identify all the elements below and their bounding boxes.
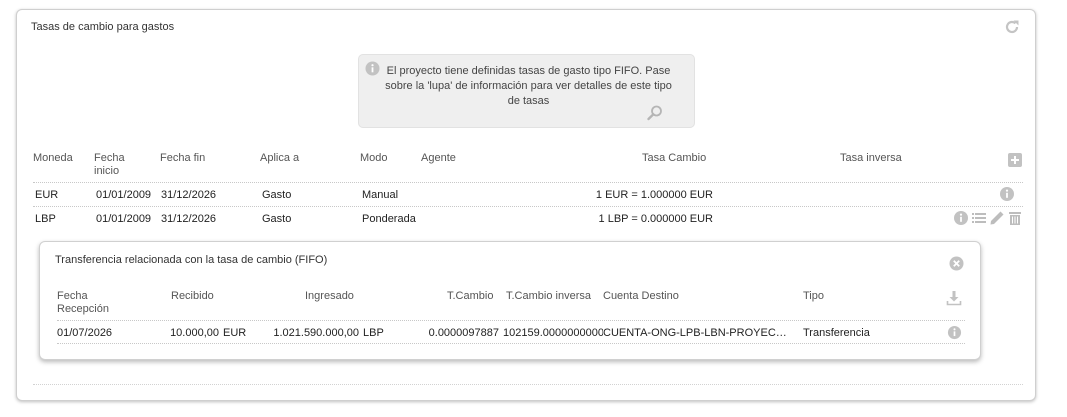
cell-ingresado-moneda: LBP [363,327,384,339]
header-tcambio: T.Cambio [447,290,494,302]
fifo-transfer-panel: Transferencia relacionada con la tasa de… [39,241,981,360]
cell-modo: Manual [362,189,399,201]
header-tipo: Tipo [803,290,824,302]
cell-fecha-fin: 31/12/2026 [161,189,217,201]
table-row[interactable]: 01/07/2026 10.000,00 EUR 1.021.590.000,0… [57,320,965,344]
header-modo: Modo [360,152,388,164]
header-tcambio-inversa: T.Cambio inversa [506,290,591,302]
info-icon [365,61,380,76]
cell-aplica-a: Gasto [262,213,292,225]
cell-tcambio-inversa: 102159.0000000000 [503,327,603,339]
cell-ingresado: 1.021.590.000,00 [273,327,359,339]
row-actions [953,210,1023,226]
header-ingresado: Ingresado [305,290,354,302]
trash-icon[interactable] [1007,210,1023,226]
table-row[interactable]: EUR 01/01/2009 31/12/2026 Gasto Manual 1… [33,182,1023,206]
cell-moneda: EUR [35,189,59,201]
cell-fecha-inicio: 01/01/2009 [96,189,152,201]
cell-fecha-inicio: 01/01/2009 [96,213,152,225]
cell-tasa-cambio: 1 EUR = 1.000000 EUR [595,189,713,201]
divider [33,384,1023,385]
cell-recibido-moneda: EUR [223,327,247,339]
row-actions [999,186,1015,202]
header-fecha-fin: Fecha fin [160,152,206,164]
close-icon[interactable] [949,256,964,271]
info-icon[interactable] [953,210,969,226]
cell-modo: Ponderada [362,213,416,225]
header-moneda: Moneda [33,152,73,164]
header-recibido: Recibido [171,290,214,302]
magnifier-icon[interactable] [646,104,664,122]
cell-fecha-fin: 31/12/2026 [161,213,217,225]
cell-moneda: LBP [35,213,56,225]
cell-tipo: Transferencia [803,327,870,339]
header-tasa-cambio: Tasa Cambio [642,152,707,164]
header-agente: Agente [421,152,456,164]
table-row[interactable]: LBP 01/01/2009 31/12/2026 Gasto Ponderad… [33,206,1023,230]
transfer-panel-title: Transferencia relacionada con la tasa de… [55,254,328,266]
fifo-info-box: El proyecto tiene definidas tasas de gas… [358,54,695,128]
cell-tcambio: 0.0000097887 [428,327,499,339]
refresh-icon[interactable] [1003,18,1021,36]
cell-cuenta-destino: CUENTA-ONG-LPB-LBN-PROYEC… [603,327,787,339]
cell-tasa-cambio: 1 LBP = 0.000000 EUR [598,213,713,225]
cell-aplica-a: Gasto [262,189,292,201]
pencil-icon[interactable] [989,210,1005,226]
cell-recibido: 10.000,00 [170,327,219,339]
download-icon[interactable] [946,290,962,306]
header-aplica-a: Aplica a [260,152,300,164]
cell-fecha: 01/07/2026 [57,327,113,339]
panel-title: Tasas de cambio para gastos [31,21,175,33]
header-fecha-inicio: Fecha inicio [94,152,125,177]
add-rate-icon[interactable] [1007,152,1023,168]
rates-table-header: Moneda Fecha inicio Fecha fin Aplica a M… [33,152,1023,182]
header-tasa-inversa: Tasa inversa [840,152,902,164]
transfer-table-header: Fecha Recepción Recibido Ingresado T.Cam… [57,290,965,320]
header-cuenta-destino: Cuenta Destino [603,290,679,302]
info-icon[interactable] [947,325,962,340]
list-icon[interactable] [971,210,987,226]
header-fecha-recepcion: Fecha Recepción [57,290,109,315]
info-message: El proyecto tiene definidas tasas de gas… [385,65,672,107]
info-icon[interactable] [999,186,1015,202]
